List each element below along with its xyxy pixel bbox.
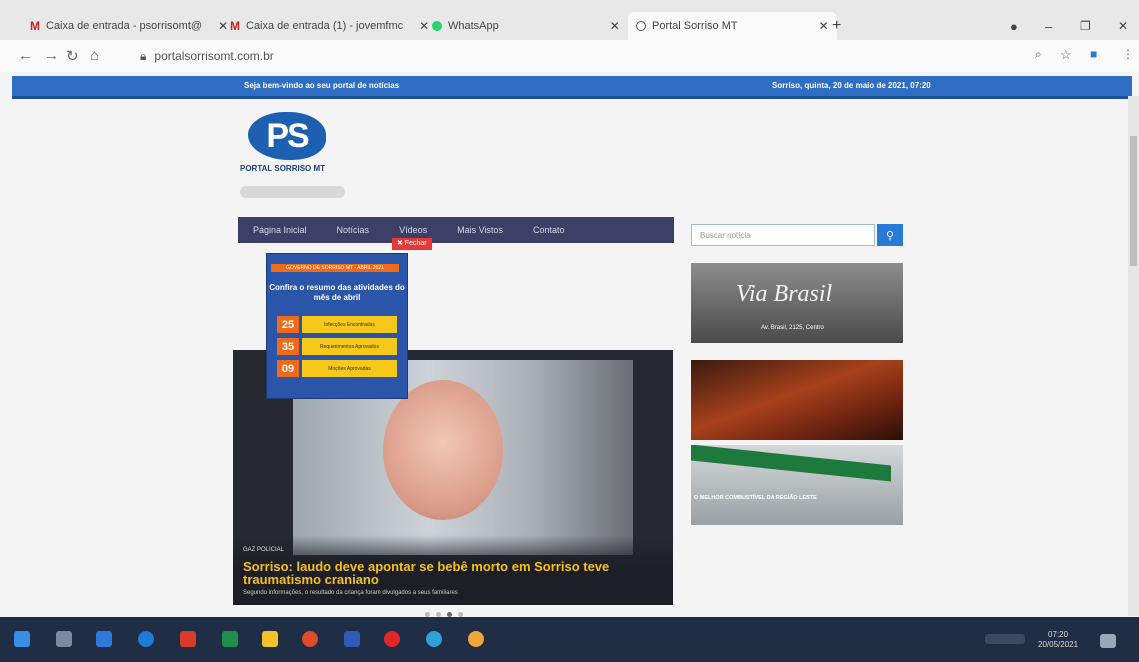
- close-icon[interactable]: ✕: [819, 19, 829, 33]
- search-button[interactable]: ⚲: [877, 224, 903, 246]
- search-icon: ⚲: [885, 229, 895, 242]
- menu-dots-icon[interactable]: ⋮: [1122, 47, 1134, 61]
- stat-label: Infecções Encontradas: [302, 316, 397, 333]
- hero-title[interactable]: Sorriso: laudo deve apontar se bebê mort…: [243, 560, 663, 586]
- extension-icon[interactable]: ■: [1090, 47, 1097, 61]
- opera-icon[interactable]: [384, 631, 400, 647]
- notification-icon[interactable]: [1100, 634, 1116, 648]
- ad-banner-grill[interactable]: [691, 360, 903, 440]
- tab-label: Portal Sorriso MT: [652, 20, 738, 32]
- scrollbar-thumb[interactable]: [1130, 136, 1137, 266]
- nav-contact[interactable]: Contato: [518, 225, 580, 235]
- stat-label: Requerimentos Aprovados: [302, 338, 397, 355]
- profile-icon[interactable]: ●: [1010, 12, 1018, 40]
- nav-most-viewed[interactable]: Mais Vistos: [442, 225, 518, 235]
- gmail-app-icon[interactable]: [180, 631, 196, 647]
- lock-icon: 🔒︎: [140, 48, 147, 63]
- clock-date: 20/05/2021: [1038, 640, 1079, 649]
- globe-icon: [636, 21, 646, 31]
- word-icon[interactable]: [344, 631, 360, 647]
- nav-home[interactable]: Página Inicial: [238, 225, 322, 235]
- taskbar-clock[interactable]: 07:20 20/05/2021: [1038, 630, 1078, 650]
- tab-label: WhatsApp: [448, 20, 499, 32]
- file-explorer-icon[interactable]: [262, 631, 278, 647]
- welcome-text: Seja bem-vindo ao seu portal de notícias: [244, 81, 400, 90]
- store-icon[interactable]: [96, 631, 112, 647]
- stat-number: 25: [277, 316, 299, 333]
- popup-stat: 09 Moções Aprovadas: [277, 360, 397, 377]
- logo-swoosh: [240, 186, 345, 198]
- ad-banner-via-brasil[interactable]: Via Brasil Av. Brasil, 2125, Centro: [691, 263, 903, 343]
- excel-icon[interactable]: [222, 631, 238, 647]
- url-text: portalsorrisomt.com.br: [154, 49, 274, 63]
- bookmark-star-icon[interactable]: ☆: [1060, 47, 1072, 63]
- gas-station-roof: [691, 445, 891, 482]
- new-tab-button[interactable]: +: [832, 12, 841, 40]
- main-nav: Página Inicial Notícias Vídeos Mais Vist…: [238, 217, 674, 243]
- task-view-icon[interactable]: [56, 631, 72, 647]
- zoom-icon[interactable]: ⌕: [1035, 47, 1042, 62]
- date-text: Sorriso, quinta, 20 de maio de 2021, 07:…: [772, 81, 931, 90]
- stat-label: Moções Aprovadas: [302, 360, 397, 377]
- nav-videos[interactable]: Vídeos: [384, 225, 442, 235]
- close-icon[interactable]: ✕: [218, 19, 228, 33]
- popup-headline: Confira o resumo das atividades do mês d…: [269, 283, 405, 302]
- baby-photo: [383, 380, 503, 520]
- media-player-icon[interactable]: [426, 631, 442, 647]
- stat-number: 09: [277, 360, 299, 377]
- site-logo[interactable]: PS PORTAL SORRISO MT: [240, 110, 335, 180]
- popup-stat: 25 Infecções Encontradas: [277, 316, 397, 333]
- tab-label: Caixa de entrada (1) - jovemfmc: [246, 20, 404, 32]
- logo-mark: PS: [248, 112, 326, 160]
- close-icon[interactable]: ✕: [419, 19, 429, 33]
- minimize-button[interactable]: –: [1045, 12, 1052, 40]
- address-bar[interactable]: 🔒︎ portalsorrisomt.com.br: [140, 45, 1000, 67]
- close-popup-button[interactable]: ✖ Fechar: [392, 238, 432, 250]
- close-icon[interactable]: ✕: [610, 19, 620, 33]
- whatsapp-icon: [432, 21, 442, 31]
- ad-address: Av. Brasil, 2125, Centro: [761, 325, 824, 331]
- reload-icon[interactable]: ↻: [66, 47, 79, 65]
- back-arrow-icon[interactable]: ←: [18, 47, 33, 64]
- gmail-icon: M: [30, 19, 40, 33]
- nav-news[interactable]: Notícias: [322, 225, 385, 235]
- page-scrollbar[interactable]: [1128, 96, 1139, 616]
- browser-tab-strip: M Caixa de entrada - psorrisomt@ ✕ M Cai…: [0, 0, 1139, 40]
- tab-whatsapp[interactable]: WhatsApp ✕: [432, 12, 620, 40]
- logo-name: PORTAL SORRISO MT: [240, 164, 326, 173]
- edge-icon[interactable]: [138, 631, 154, 647]
- popup-stat: 35 Requerimentos Aprovados: [277, 338, 397, 355]
- stat-number: 35: [277, 338, 299, 355]
- tab-gmail-inbox-2[interactable]: M Caixa de entrada (1) - jovemfmc ✕: [230, 12, 429, 40]
- tab-portal-sorriso[interactable]: Portal Sorriso MT ✕: [628, 12, 837, 40]
- site-top-bar: Seja bem-vindo ao seu portal de notícias…: [12, 76, 1132, 99]
- close-window-button[interactable]: ✕: [1118, 12, 1128, 40]
- maximize-button[interactable]: ❐: [1080, 12, 1091, 40]
- start-icon[interactable]: [14, 631, 30, 647]
- home-icon[interactable]: ⌂: [90, 47, 99, 64]
- chrome-icon[interactable]: [302, 631, 318, 647]
- tab-label: Caixa de entrada - psorrisomt@: [46, 20, 203, 32]
- gmail-icon: M: [230, 19, 240, 33]
- popup-banner[interactable]: GOVERNO DE SORRISO MT - ABRIL 2021 Confi…: [266, 253, 408, 399]
- system-tray[interactable]: [985, 634, 1025, 644]
- windows-taskbar: [0, 617, 1139, 662]
- tab-gmail-inbox[interactable]: M Caixa de entrada - psorrisomt@ ✕: [30, 12, 228, 40]
- ad-text: O MELHOR COMBUSTÍVEL DA REGIÃO LESTE: [694, 495, 817, 501]
- clock-time: 07:20: [1048, 630, 1069, 639]
- forward-arrow-icon[interactable]: →: [44, 47, 59, 64]
- hero-category: GAZ POLICIAL: [243, 547, 285, 553]
- hero-subtitle: Segundo informações, o resultado da cria…: [243, 590, 458, 596]
- app-icon[interactable]: [468, 631, 484, 647]
- popup-bar: GOVERNO DE SORRISO MT - ABRIL 2021: [271, 264, 399, 272]
- search-input[interactable]: Buscar notícia: [691, 224, 875, 246]
- ad-banner-gas-station[interactable]: O MELHOR COMBUSTÍVEL DA REGIÃO LESTE: [691, 445, 903, 525]
- ad-brand: Via Brasil: [736, 281, 833, 307]
